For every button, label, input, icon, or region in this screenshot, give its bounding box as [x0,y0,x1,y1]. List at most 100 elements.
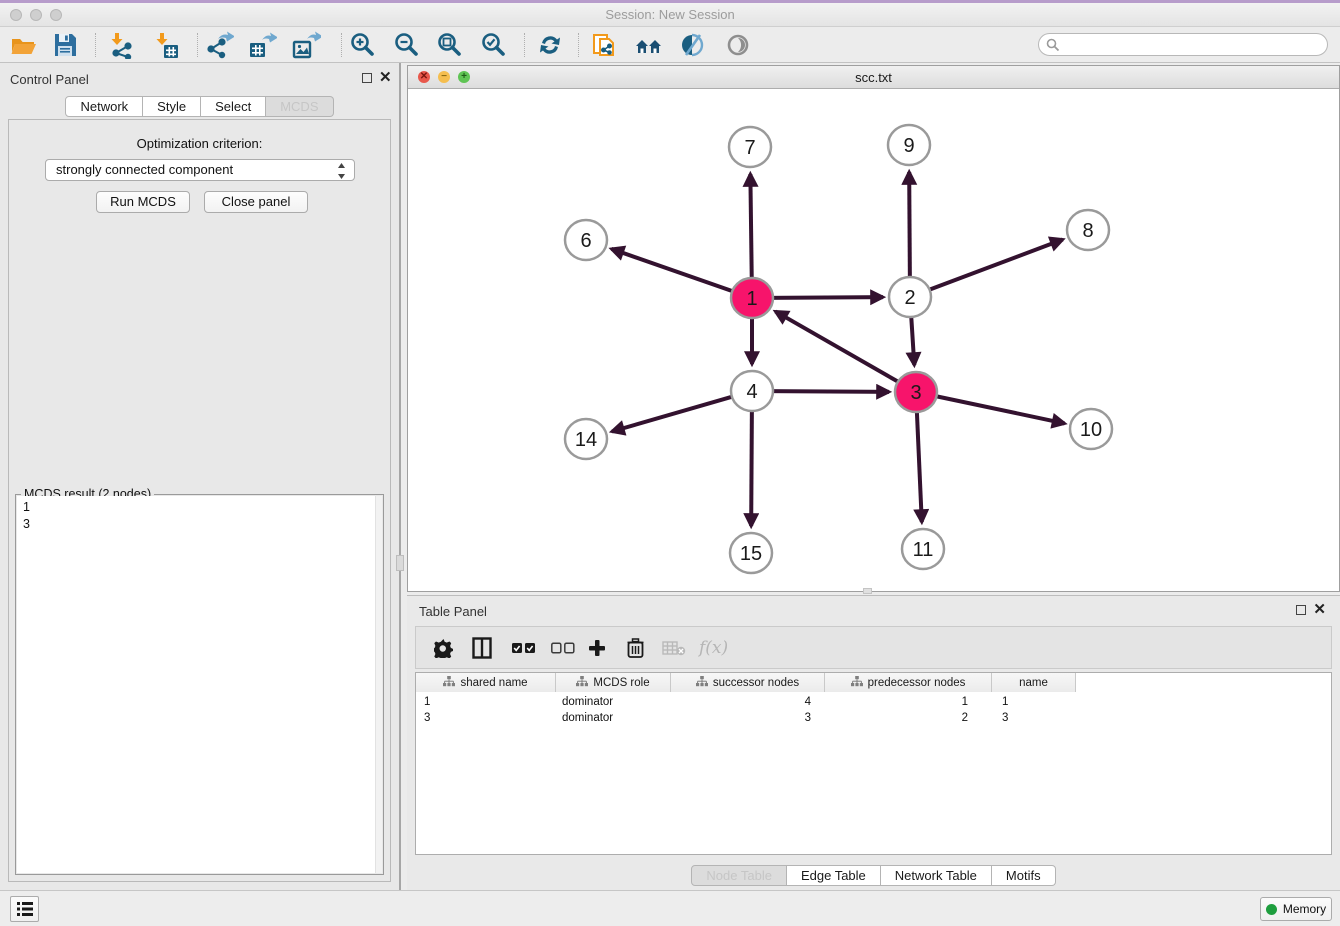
search-box[interactable] [1038,33,1328,56]
column-header-name[interactable]: name [992,673,1076,692]
import-network-icon[interactable] [106,31,136,59]
network-graph[interactable]: 7 9 6 8 1 2 4 3 14 10 15 11 [408,89,1339,591]
table-cell[interactable]: 1 [825,694,992,710]
memory-button[interactable]: Memory [1260,897,1332,921]
search-input[interactable] [1063,35,1321,54]
show-columns-icon[interactable] [472,636,492,660]
create-column-plus-icon[interactable] [588,636,606,660]
tab-motifs[interactable]: Motifs [992,865,1056,886]
graph-edge-4-3[interactable] [769,391,889,392]
export-image-icon[interactable] [291,31,321,59]
table-panel-title: Table Panel [419,604,487,619]
tab-mcds[interactable]: MCDS [266,96,333,117]
table-header-row: shared nameMCDS rolesuccessor nodesprede… [416,673,1076,692]
graph-edge-4-14[interactable] [612,396,736,432]
graph-node-11[interactable]: 11 [902,529,944,569]
toolbar-separator [341,33,342,57]
table-settings-gear-icon[interactable] [434,636,453,660]
tab-select[interactable]: Select [201,96,266,117]
import-table-icon[interactable] [151,31,181,59]
delete-table-icon[interactable] [662,636,686,660]
eye-icon[interactable] [723,31,753,59]
close-panel-button[interactable]: Close panel [204,191,308,213]
table-cell[interactable]: 3 [992,710,1076,726]
zoom-in-icon[interactable] [348,31,378,59]
run-mcds-button[interactable]: Run MCDS [96,191,190,213]
zoom-out-icon[interactable] [392,31,422,59]
float-panel-icon[interactable] [362,73,372,83]
column-header-predecessor-nodes[interactable]: predecessor nodes [825,673,992,692]
select-all-columns-icon[interactable] [512,636,536,660]
column-header-MCDS-role[interactable]: MCDS role [556,673,671,692]
label-toggle-icon[interactable] [678,31,708,59]
graph-edge-1-2[interactable] [769,297,883,298]
close-panel-icon[interactable]: ✕ [379,73,392,83]
close-table-panel-icon[interactable]: ✕ [1313,605,1326,615]
tab-network-table[interactable]: Network Table [881,865,992,886]
graph-node-4[interactable]: 4 [731,371,773,411]
tab-edge-table[interactable]: Edge Table [787,865,881,886]
graph-node-10[interactable]: 10 [1070,409,1112,449]
zoom-selected-icon[interactable] [479,31,509,59]
delete-column-trash-icon[interactable] [627,636,644,660]
optimization-criterion-label: Optimization criterion: [9,136,390,151]
horizontal-splitter-grip[interactable] [863,588,872,594]
graph-node-6[interactable]: 6 [565,220,607,260]
graph-edge-2-8[interactable] [926,240,1063,291]
main-toolbar [0,27,1340,63]
graph-node-3[interactable]: 3 [895,372,937,412]
export-network-icon[interactable] [204,31,234,59]
graph-node-2[interactable]: 2 [889,277,931,317]
result-scrollbar[interactable] [375,496,382,873]
open-session-icon[interactable] [9,31,39,59]
graph-edge-1-6[interactable] [611,249,735,292]
graph-node-8[interactable]: 8 [1067,210,1109,250]
column-header-shared-name[interactable]: shared name [416,673,556,692]
float-table-panel-icon[interactable] [1296,605,1306,615]
table-cell[interactable]: 2 [825,710,992,726]
graph-node-label: 2 [904,287,915,309]
mcds-result-list[interactable]: 13 [17,496,382,873]
zoom-fit-icon[interactable] [435,31,465,59]
export-table-icon[interactable] [247,31,277,59]
graph-node-7[interactable]: 7 [729,127,771,167]
tab-node-table[interactable]: Node Table [691,865,787,886]
unselect-all-columns-icon[interactable] [551,636,575,660]
table-cell[interactable]: dominator [556,710,671,726]
column-header-successor-nodes[interactable]: successor nodes [671,673,825,692]
table-row[interactable]: 1dominator411 [416,694,1331,710]
table-cell[interactable]: 1 [416,694,556,710]
graph-edge-2-9[interactable] [909,172,910,280]
table-row[interactable]: 3dominator323 [416,710,1331,726]
table-cell[interactable]: 3 [671,710,825,726]
graph-node-label: 8 [1082,220,1093,242]
graph-edge-2-3[interactable] [911,314,914,365]
shared-column-icon [696,676,708,690]
network-canvas[interactable]: 7 9 6 8 1 2 4 3 14 10 15 11 [408,89,1339,591]
graph-edge-1-7[interactable] [750,174,751,281]
tab-network[interactable]: Network [65,96,143,117]
toolbar-separator [524,33,525,57]
graph-edge-3-10[interactable] [933,396,1065,424]
criterion-dropdown[interactable]: strongly connected component [45,159,355,181]
graph-edge-3-1[interactable] [775,311,901,383]
clone-network-icon[interactable] [590,31,620,59]
graph-edge-4-15[interactable] [751,408,752,526]
refresh-icon[interactable] [535,31,565,59]
table-cell[interactable]: 4 [671,694,825,710]
graph-node-14[interactable]: 14 [565,419,607,459]
tab-style[interactable]: Style [143,96,201,117]
network-window-titlebar[interactable]: ✕ − + scc.txt [408,66,1339,89]
houses-icon[interactable] [634,31,664,59]
save-session-icon[interactable] [50,31,80,59]
memory-label: Memory [1283,902,1326,916]
graph-edge-3-11[interactable] [917,409,922,522]
table-cell[interactable]: 3 [416,710,556,726]
table-cell[interactable]: 1 [992,694,1076,710]
function-builder-icon[interactable]: f(x) [699,636,728,660]
task-history-button[interactable] [10,896,39,922]
graph-node-1[interactable]: 1 [731,278,773,318]
graph-node-9[interactable]: 9 [888,125,930,165]
table-cell[interactable]: dominator [556,694,671,710]
graph-node-15[interactable]: 15 [730,533,772,573]
